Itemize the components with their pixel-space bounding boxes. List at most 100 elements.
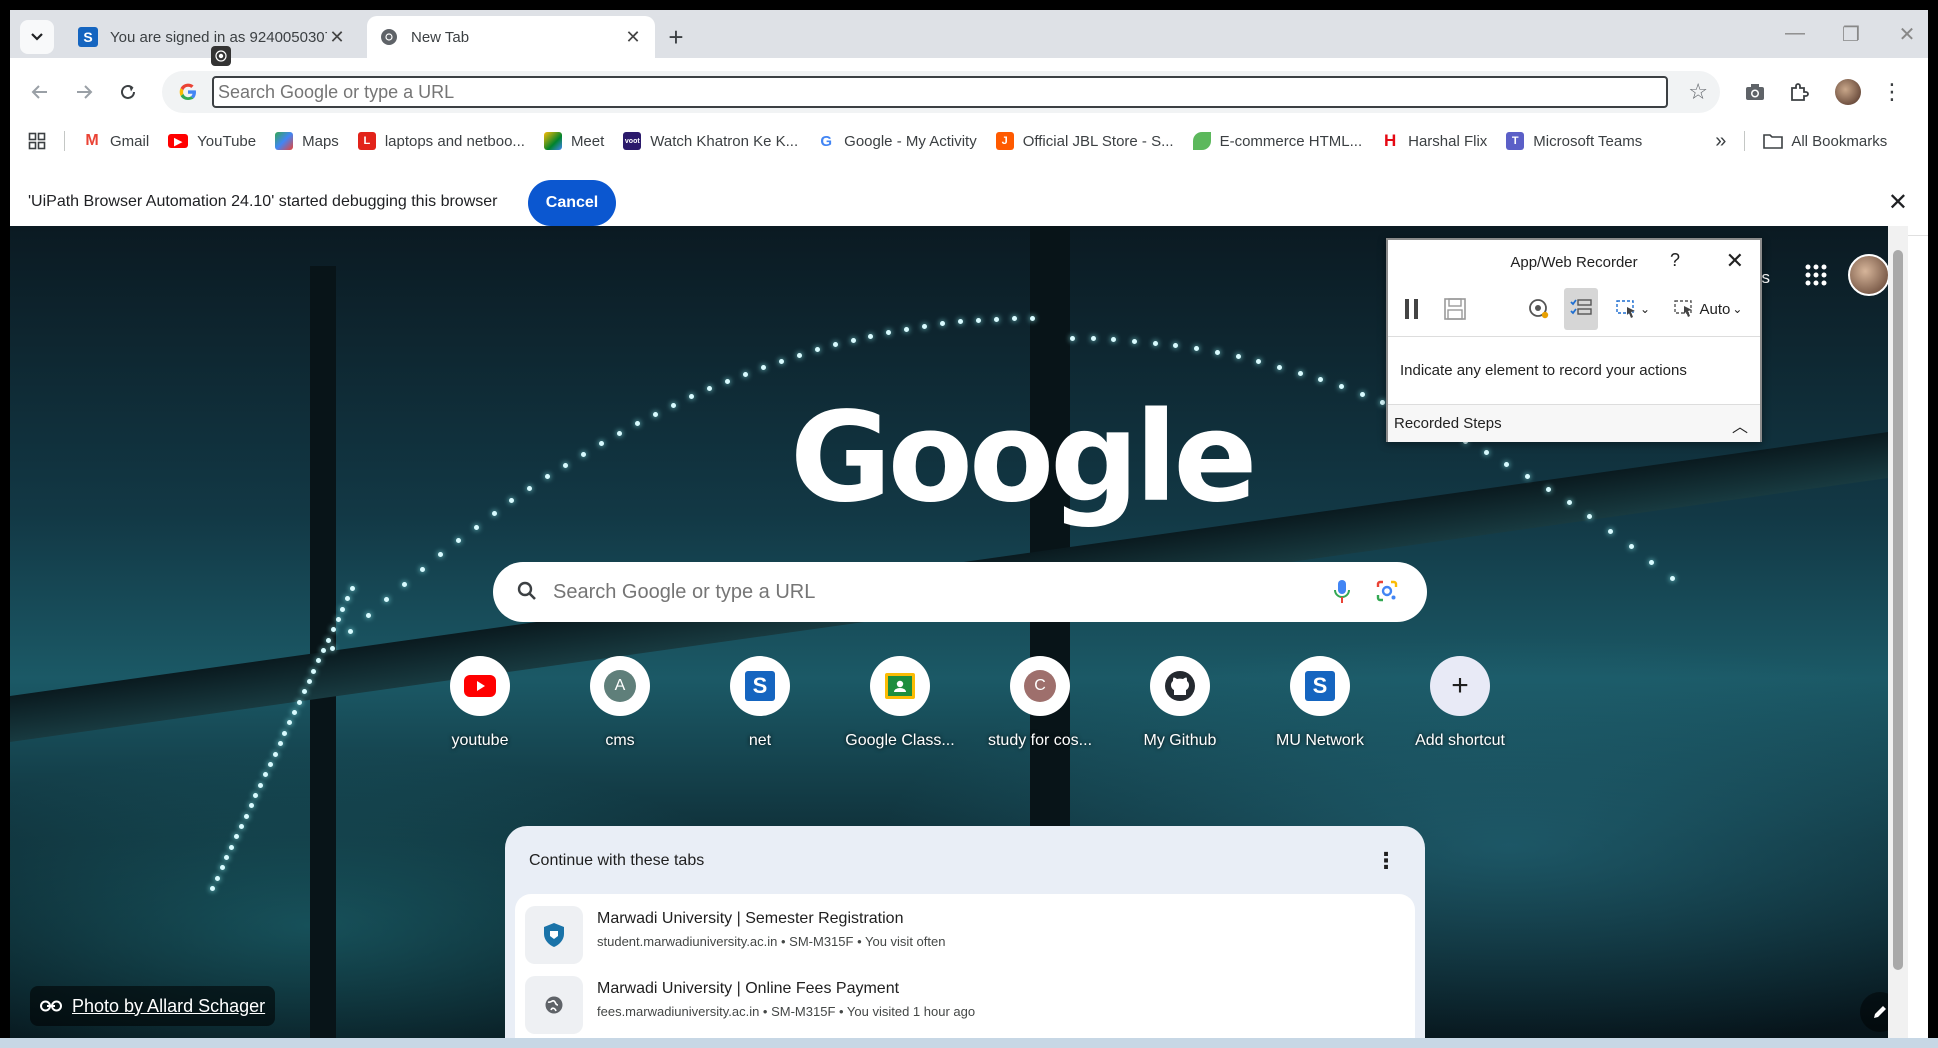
bookmark-maps[interactable]: Maps xyxy=(275,132,339,150)
bridge-light xyxy=(1030,316,1035,321)
extensions-icon[interactable] xyxy=(1783,76,1815,108)
bookmark-my-activity[interactable]: G Google - My Activity xyxy=(817,132,977,150)
shortcut-youtube[interactable]: youtube xyxy=(410,656,550,750)
omnibox-input[interactable] xyxy=(212,76,1668,108)
new-tab-button[interactable]: + xyxy=(662,24,690,52)
google-apps-icon[interactable] xyxy=(1805,264,1827,291)
shortcut-mu-network[interactable]: S MU Network xyxy=(1250,656,1390,750)
bookmark-voot[interactable]: voot Watch Khatron Ke K... xyxy=(623,132,798,150)
account-avatar[interactable] xyxy=(1848,254,1890,296)
chevron-up-icon[interactable]: ︿ xyxy=(1732,413,1748,437)
link-icon xyxy=(40,1000,62,1012)
bookmark-harshal-flix[interactable]: H Harshal Flix xyxy=(1381,131,1487,150)
recorded-steps-header[interactable]: Recorded Steps ︿ xyxy=(1388,404,1760,442)
shortcut-github[interactable]: My Github xyxy=(1110,656,1250,750)
bookmark-gmail[interactable]: M Gmail xyxy=(83,132,149,150)
taskbar-strip xyxy=(0,1038,1938,1048)
bookmark-youtube[interactable]: ▶ YouTube xyxy=(168,133,256,150)
pause-button[interactable] xyxy=(1398,288,1426,330)
recorded-steps-label: Recorded Steps xyxy=(1394,415,1502,432)
bridge-light xyxy=(224,854,230,860)
bridge-light xyxy=(635,421,641,426)
search-icon xyxy=(517,581,536,600)
shield-icon xyxy=(525,906,583,964)
more-bookmarks-icon[interactable]: » xyxy=(1715,130,1726,153)
bridge-light xyxy=(272,751,278,757)
minimize-icon[interactable]: — xyxy=(1780,22,1810,46)
help-icon[interactable]: ? xyxy=(1670,250,1680,271)
bridge-light xyxy=(1380,400,1386,406)
bookmark-meet[interactable]: Meet xyxy=(543,132,604,150)
bookmark-teams[interactable]: T Microsoft Teams xyxy=(1506,132,1642,150)
apps-grid-icon[interactable] xyxy=(28,132,46,150)
page-scrollbar[interactable] xyxy=(1888,226,1908,1048)
bridge-light xyxy=(248,803,254,809)
shortcut-google-classroom[interactable]: Google Class... xyxy=(830,656,970,750)
address-bar[interactable]: ☆ xyxy=(162,71,1720,113)
reload-icon xyxy=(121,84,135,99)
list-item[interactable]: Marwadi University | Semester Registrati… xyxy=(525,902,1405,964)
back-button[interactable] xyxy=(24,76,56,108)
all-bookmarks-button[interactable]: All Bookmarks xyxy=(1763,133,1887,150)
browser-window: S You are signed in as 92400503071 ✕ New… xyxy=(10,10,1928,1048)
continue-tabs-list: Marwadi University | Semester Registrati… xyxy=(515,894,1415,1048)
bridge-light xyxy=(455,538,461,544)
close-infobar-icon[interactable]: ✕ xyxy=(1888,188,1908,217)
chevron-down-icon xyxy=(31,33,43,41)
close-tab-icon[interactable]: ✕ xyxy=(327,27,347,47)
globe-icon xyxy=(525,976,583,1034)
letter-a-icon: A xyxy=(590,656,650,716)
microphone-icon[interactable] xyxy=(1332,579,1352,605)
profile-avatar[interactable] xyxy=(1832,76,1864,108)
bookmarks-bar: M Gmail ▶ YouTube Maps Llaptops and netboo… xyxy=(10,122,1928,160)
bookmark-laptops[interactable]: Llaptops and netboo... xyxy=(357,132,525,150)
auto-mode-dropdown[interactable]: Auto ⌄ xyxy=(1666,288,1750,330)
restore-icon[interactable]: ❐ xyxy=(1836,22,1866,46)
bookmark-jbl[interactable]: J Official JBL Store - S... xyxy=(995,132,1174,150)
teams-icon: T xyxy=(1506,132,1525,150)
shortcut-study[interactable]: C study for cos... xyxy=(970,656,1110,750)
input-method-icon xyxy=(1673,300,1692,317)
ntp-search-input[interactable] xyxy=(553,574,1313,610)
shortcut-cms[interactable]: A cms xyxy=(550,656,690,750)
cancel-debugging-button[interactable]: Cancel xyxy=(528,180,616,226)
list-item[interactable]: Marwadi University | Online Fees Payment… xyxy=(525,972,1405,1034)
tab-search-button[interactable] xyxy=(20,20,54,54)
bookmark-ecommerce[interactable]: E-commerce HTML... xyxy=(1192,132,1362,150)
selection-mode-dropdown[interactable]: ⌄ xyxy=(1612,288,1654,330)
continue-card-header: Continue with these tabs xyxy=(529,852,705,869)
add-shortcut-button[interactable]: + Add shortcut xyxy=(1390,656,1530,750)
reload-button[interactable] xyxy=(112,76,144,108)
more-menu-icon[interactable]: ⋮ xyxy=(1876,76,1908,108)
bridge-light xyxy=(671,402,677,408)
s-logo-icon: S xyxy=(730,656,790,716)
tab-strip: S You are signed in as 92400503071 ✕ New… xyxy=(10,10,1928,66)
more-options-icon[interactable]: ⋮ xyxy=(1375,848,1397,874)
bridge-light xyxy=(287,720,293,726)
camera-icon[interactable] xyxy=(1739,76,1771,108)
bookmark-star-icon[interactable]: ☆ xyxy=(1688,79,1708,105)
close-tab-icon[interactable]: ✕ xyxy=(623,27,643,47)
close-window-icon[interactable]: ✕ xyxy=(1892,22,1922,46)
save-button[interactable] xyxy=(1440,288,1470,330)
steps-list-button[interactable] xyxy=(1564,288,1598,330)
google-lens-icon[interactable] xyxy=(1375,579,1399,603)
forward-button[interactable] xyxy=(68,76,100,108)
bridge-light xyxy=(1132,338,1138,344)
bridge-light xyxy=(1194,346,1200,352)
bridge-light xyxy=(617,430,623,436)
bridge-light xyxy=(724,378,730,384)
ntp-search-box[interactable] xyxy=(493,562,1427,622)
photo-credit-link[interactable]: Photo by Allard Schager xyxy=(30,986,276,1026)
plus-icon: + xyxy=(1430,656,1490,716)
tab-new-tab[interactable]: New Tab ✕ xyxy=(367,16,655,58)
target-button[interactable] xyxy=(1524,288,1554,330)
close-recorder-icon[interactable]: ✕ xyxy=(1726,248,1744,274)
bridge-light xyxy=(238,823,244,829)
bookmarks-divider xyxy=(64,131,65,151)
bridge-light xyxy=(850,337,856,343)
maps-icon xyxy=(275,132,294,150)
shortcut-net[interactable]: S net xyxy=(690,656,830,750)
s-logo-icon: S xyxy=(78,27,98,47)
scrollbar-thumb[interactable] xyxy=(1893,250,1903,970)
